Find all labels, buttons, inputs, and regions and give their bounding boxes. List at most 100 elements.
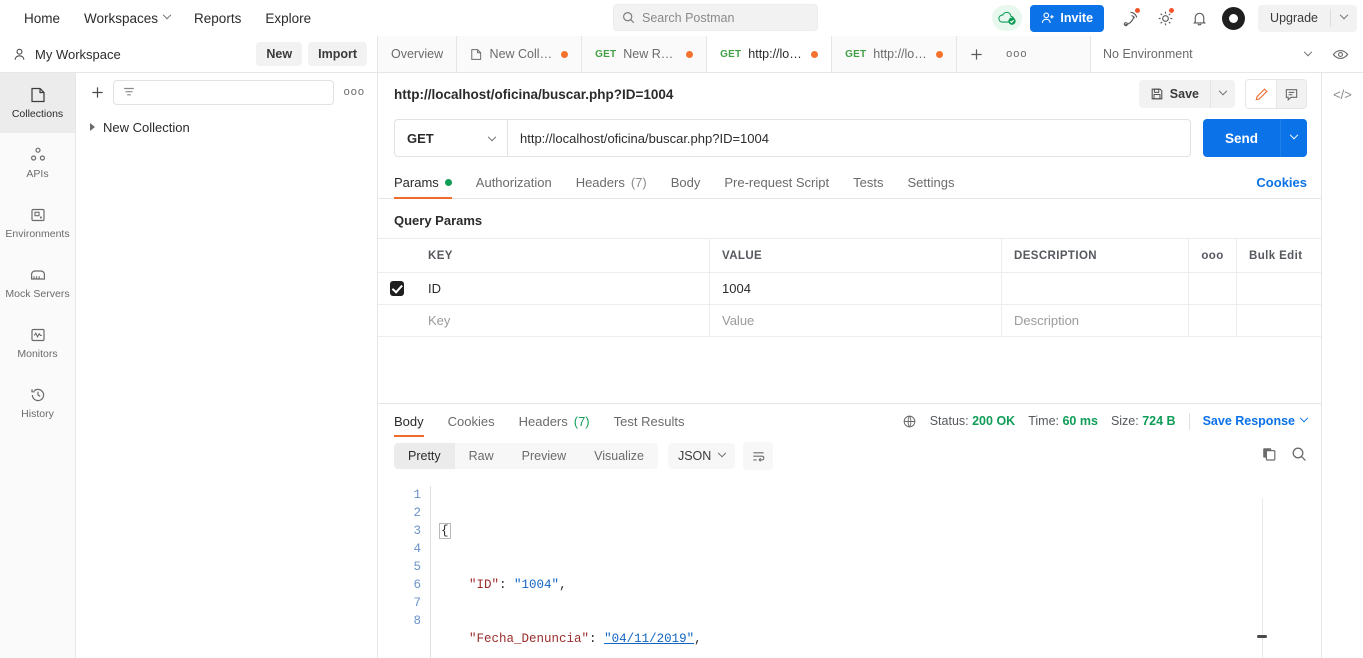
user-avatar-button[interactable] xyxy=(1216,1,1250,35)
http-method-selector[interactable]: GET xyxy=(394,119,507,157)
upgrade-menu-button[interactable] xyxy=(1331,10,1357,21)
tab-label: http://loc... xyxy=(873,47,930,61)
comments-button[interactable] xyxy=(1276,80,1306,108)
send-button[interactable]: Send xyxy=(1202,119,1280,157)
param-description-input[interactable] xyxy=(1002,273,1189,304)
header-key: KEY xyxy=(416,239,710,272)
globe-icon xyxy=(902,414,917,429)
response-scrollbar-track[interactable] xyxy=(1262,498,1263,658)
settings-button[interactable] xyxy=(1148,1,1182,35)
param-description-input-empty[interactable]: Description xyxy=(1002,305,1189,336)
response-language-selector[interactable]: JSON xyxy=(667,443,736,469)
sidebar-item-label: APIs xyxy=(26,168,49,180)
app-body: Collections APIs Environments Mock Serve… xyxy=(0,73,1363,658)
nav-workspaces[interactable]: Workspaces xyxy=(72,5,182,32)
nav-home[interactable]: Home xyxy=(12,5,72,32)
save-response-button[interactable]: Save Response xyxy=(1203,413,1309,428)
upgrade-button[interactable]: Upgrade xyxy=(1258,11,1330,25)
param-key-input[interactable]: ID xyxy=(416,273,710,304)
nav-explore[interactable]: Explore xyxy=(253,5,323,32)
code-snippet-button[interactable]: </> xyxy=(1333,87,1352,102)
param-value-input[interactable]: 1004 xyxy=(710,273,1002,304)
sidebar-item-history[interactable]: History xyxy=(0,373,75,433)
tab-overview[interactable]: Overview xyxy=(378,36,458,72)
row-spacer-bulk xyxy=(1237,273,1321,304)
param-value-input-empty[interactable]: Value xyxy=(710,305,1002,336)
sidebar-filter-input[interactable] xyxy=(113,79,334,105)
satellite-button[interactable] xyxy=(1114,1,1148,35)
save-options-button[interactable] xyxy=(1210,80,1235,108)
param-enabled-checkbox[interactable] xyxy=(390,281,404,296)
tab-pre-request-script[interactable]: Pre-request Script xyxy=(724,167,829,199)
global-search[interactable]: Search Postman xyxy=(613,4,818,31)
send-options-button[interactable] xyxy=(1280,119,1307,157)
tab-new-collection[interactable]: New Colle... xyxy=(457,36,583,72)
tab-authorization[interactable]: Authorization xyxy=(476,167,552,199)
tab-overflow-button[interactable]: ooo xyxy=(996,36,1037,72)
upgrade-control: Upgrade xyxy=(1258,4,1357,32)
response-scrollbar-thumb[interactable] xyxy=(1257,635,1267,638)
view-visualize[interactable]: Visualize xyxy=(580,443,658,469)
cloud-sync-button[interactable] xyxy=(990,1,1024,35)
response-tab-headers[interactable]: Headers (7) xyxy=(519,405,590,437)
avatar xyxy=(1221,6,1245,30)
cookies-link[interactable]: Cookies xyxy=(1256,175,1307,190)
search-input[interactable]: Search Postman xyxy=(613,4,818,31)
json-value-link[interactable]: "04/11/2019" xyxy=(604,632,694,646)
response-tab-body[interactable]: Body xyxy=(394,405,424,437)
tab-tests[interactable]: Tests xyxy=(853,167,883,199)
tab-new-request[interactable]: GET New Req... xyxy=(582,36,708,72)
save-request-button[interactable]: Save xyxy=(1138,80,1210,108)
json-code[interactable]: { "ID": "1004", "Fecha_Denuncia": "04/11… xyxy=(431,476,1321,658)
sidebar-item-environments[interactable]: Environments xyxy=(0,193,75,253)
sidebar-item-apis[interactable]: APIs xyxy=(0,133,75,193)
sidebar-toolbar: ooo xyxy=(76,73,377,111)
search-response-button[interactable] xyxy=(1291,446,1307,467)
eye-icon xyxy=(1332,49,1348,59)
workspace-user-icon xyxy=(14,48,25,60)
sidebar-more-button[interactable]: ooo xyxy=(342,86,367,98)
invite-button[interactable]: Invite xyxy=(1030,4,1105,32)
response-tabs: Body Cookies Headers (7) Test Results St… xyxy=(378,404,1321,438)
add-collection-button[interactable] xyxy=(90,85,105,100)
tab-headers[interactable]: Headers (7) xyxy=(576,167,647,199)
params-options-button[interactable]: ooo xyxy=(1189,239,1237,272)
response-tab-test-results[interactable]: Test Results xyxy=(614,405,685,437)
notifications-button[interactable] xyxy=(1182,1,1216,35)
wrap-lines-button[interactable] xyxy=(743,442,774,470)
environment-quick-look-button[interactable] xyxy=(1323,37,1357,71)
sidebar-item-label: Mock Servers xyxy=(5,288,70,300)
tab-localhost-active[interactable]: GET http://loc... xyxy=(707,36,833,72)
response-body-viewer[interactable]: 1 2 3 4 5 6 7 8 { "ID": "1004", "Fecha_D… xyxy=(378,476,1321,658)
view-preview[interactable]: Preview xyxy=(508,443,580,469)
row-spacer-dots xyxy=(1189,273,1237,304)
collection-item-new-collection[interactable]: New Collection xyxy=(76,111,377,143)
invite-label: Invite xyxy=(1060,11,1094,25)
import-button[interactable]: Import xyxy=(308,42,367,66)
header-checkbox-cell xyxy=(378,239,416,272)
tab-params[interactable]: Params xyxy=(394,167,452,199)
tab-localhost-2[interactable]: GET http://loc... xyxy=(832,36,958,72)
sidebar-item-label: Monitors xyxy=(17,348,58,360)
param-key-input-empty[interactable]: Key xyxy=(416,305,710,336)
sidebar-item-monitors[interactable]: Monitors xyxy=(0,313,75,373)
request-header-actions: Save xyxy=(1138,79,1307,109)
tab-body[interactable]: Body xyxy=(671,167,701,199)
url-input[interactable]: http://localhost/oficina/buscar.php?ID=1… xyxy=(507,119,1191,157)
nav-reports[interactable]: Reports xyxy=(182,5,253,32)
view-raw[interactable]: Raw xyxy=(455,443,508,469)
tab-settings[interactable]: Settings xyxy=(907,167,954,199)
sidebar-item-mock-servers[interactable]: Mock Servers xyxy=(0,253,75,313)
view-pretty[interactable]: Pretty xyxy=(394,443,455,469)
chevron-down-icon xyxy=(1218,86,1228,96)
response-view-segmented: Pretty Raw Preview Visualize xyxy=(394,443,658,469)
sidebar-item-collections[interactable]: Collections xyxy=(0,73,75,133)
new-tab-button[interactable] xyxy=(957,36,996,72)
response-tab-cookies[interactable]: Cookies xyxy=(448,405,495,437)
new-button[interactable]: New xyxy=(256,42,303,66)
tab-settings-label: Settings xyxy=(907,175,955,190)
bulk-edit-button[interactable]: Bulk Edit xyxy=(1237,239,1321,272)
copy-response-button[interactable] xyxy=(1261,446,1277,467)
environment-selector[interactable]: No Environment xyxy=(1103,47,1323,61)
edit-request-button[interactable] xyxy=(1246,80,1276,108)
